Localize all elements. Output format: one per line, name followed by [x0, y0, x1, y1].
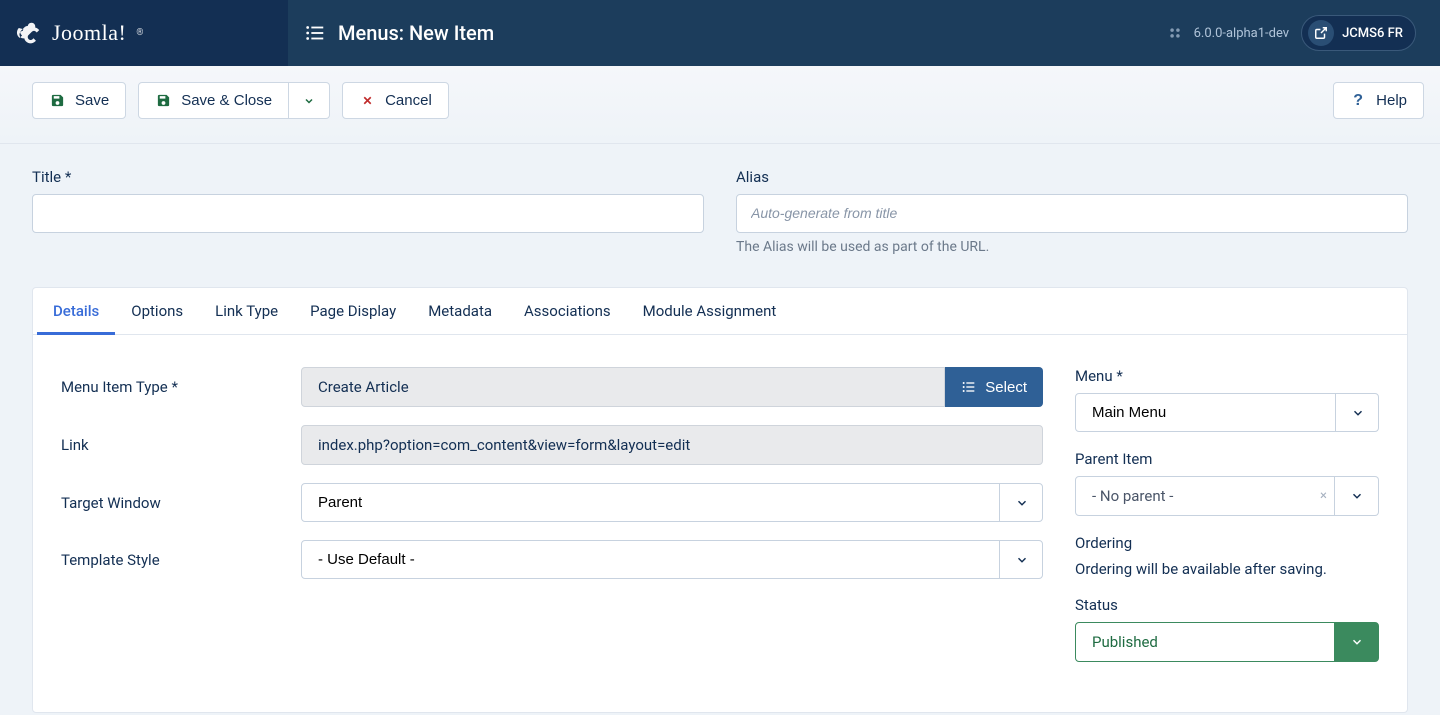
site-label: JCMS6 FR	[1342, 26, 1403, 41]
save-button[interactable]: Save	[32, 82, 126, 119]
tab-options[interactable]: Options	[115, 288, 199, 334]
site-badge[interactable]: JCMS6 FR	[1301, 15, 1416, 51]
cancel-label: Cancel	[385, 92, 432, 109]
form-zone: Title * Alias The Alias will be used as …	[0, 144, 1440, 713]
brand-name: Joomla!	[52, 20, 126, 46]
menu-field: Menu *	[1075, 367, 1379, 432]
status-label: Status	[1075, 596, 1379, 614]
toolbar-left: Save Save & Close Cancel	[32, 82, 449, 119]
target-row: Target Window	[61, 483, 1043, 522]
joomla-small-icon	[1168, 26, 1182, 40]
ordering-text: Ordering will be available after saving.	[1075, 560, 1379, 578]
list-icon	[304, 22, 326, 44]
template-row: Template Style	[61, 540, 1043, 579]
tab-page-display[interactable]: Page Display	[294, 288, 412, 334]
tab-link-type[interactable]: Link Type	[199, 288, 294, 334]
link-label: Link	[61, 436, 301, 454]
alias-input[interactable]	[736, 194, 1408, 233]
help-icon: ?	[1350, 93, 1366, 109]
details-sidebar: Menu * Parent Item - No parent - ×	[1075, 367, 1379, 680]
header-bar: Joomla! ® Menus: New Item 6.0.0-alpha1-de…	[0, 0, 1440, 66]
cancel-button[interactable]: Cancel	[342, 82, 449, 119]
brand-cell: Joomla! ®	[0, 0, 288, 66]
template-label: Template Style	[61, 551, 301, 569]
page-title: Menus: New Item	[338, 21, 494, 45]
joomla-icon	[16, 19, 44, 47]
alias-label: Alias	[736, 168, 1408, 186]
help-label: Help	[1376, 92, 1407, 109]
ordering-label: Ordering	[1075, 534, 1379, 552]
tab-details[interactable]: Details	[37, 288, 115, 334]
clear-icon[interactable]: ×	[1320, 489, 1327, 504]
close-icon	[359, 93, 375, 109]
chevron-down-icon	[303, 95, 315, 107]
parent-dropdown-button[interactable]	[1335, 476, 1379, 516]
template-select[interactable]	[301, 540, 1043, 579]
menu-item-type-row: Menu Item Type * Create Article Select	[61, 367, 1043, 407]
ordering-field: Ordering Ordering will be available afte…	[1075, 534, 1379, 578]
save-icon	[155, 93, 171, 109]
save-dropdown-button[interactable]	[289, 82, 330, 119]
save-close-label: Save & Close	[181, 92, 272, 109]
tab-metadata[interactable]: Metadata	[412, 288, 508, 334]
tab-associations[interactable]: Associations	[508, 288, 627, 334]
alias-hint: The Alias will be used as part of the UR…	[736, 239, 1408, 255]
brand-logo[interactable]: Joomla! ®	[16, 19, 143, 47]
tab-body: Menu Item Type * Create Article Select L…	[33, 335, 1407, 712]
external-link-icon	[1308, 20, 1334, 46]
details-left: Menu Item Type * Create Article Select L…	[61, 367, 1043, 680]
title-input[interactable]	[32, 194, 704, 233]
select-label: Select	[985, 379, 1027, 396]
trademark: ®	[136, 28, 143, 38]
parent-field: Parent Item - No parent - ×	[1075, 450, 1379, 516]
status-dropdown-button[interactable]	[1335, 622, 1379, 662]
tabs-row: Details Options Link Type Page Display M…	[33, 288, 1407, 335]
select-type-button[interactable]: Select	[945, 367, 1043, 407]
menu-item-type-value: Create Article	[301, 367, 945, 407]
alias-field-wrap: Alias The Alias will be used as part of …	[736, 168, 1408, 255]
save-label: Save	[75, 92, 109, 109]
version-label: 6.0.0-alpha1-dev	[1194, 26, 1289, 41]
target-label: Target Window	[61, 494, 301, 512]
save-close-group: Save & Close	[138, 82, 330, 119]
link-row: Link index.php?option=com_content&view=f…	[61, 425, 1043, 465]
target-select[interactable]	[301, 483, 1043, 522]
title-field-wrap: Title *	[32, 168, 704, 255]
save-close-button[interactable]: Save & Close	[138, 82, 289, 119]
header-right: 6.0.0-alpha1-dev JCMS6 FR	[1168, 15, 1440, 51]
tab-module-assignment[interactable]: Module Assignment	[627, 288, 793, 334]
toolbar: Save Save & Close Cancel ? Help	[0, 66, 1440, 144]
list-icon	[961, 379, 977, 395]
page-title-wrap: Menus: New Item	[288, 21, 1168, 45]
save-icon	[49, 93, 65, 109]
menu-select[interactable]	[1075, 393, 1379, 432]
parent-label: Parent Item	[1075, 450, 1379, 468]
parent-value[interactable]: - No parent -	[1075, 476, 1335, 516]
title-label: Title *	[32, 168, 704, 186]
help-button[interactable]: ? Help	[1333, 82, 1424, 119]
status-value[interactable]: Published	[1075, 622, 1335, 662]
menu-label: Menu *	[1075, 367, 1379, 385]
status-field: Status Published	[1075, 596, 1379, 662]
link-value: index.php?option=com_content&view=form&l…	[301, 425, 1043, 465]
top-fields: Title * Alias The Alias will be used as …	[32, 168, 1408, 255]
menu-item-type-label: Menu Item Type *	[61, 378, 301, 396]
tabs-panel: Details Options Link Type Page Display M…	[32, 287, 1408, 713]
